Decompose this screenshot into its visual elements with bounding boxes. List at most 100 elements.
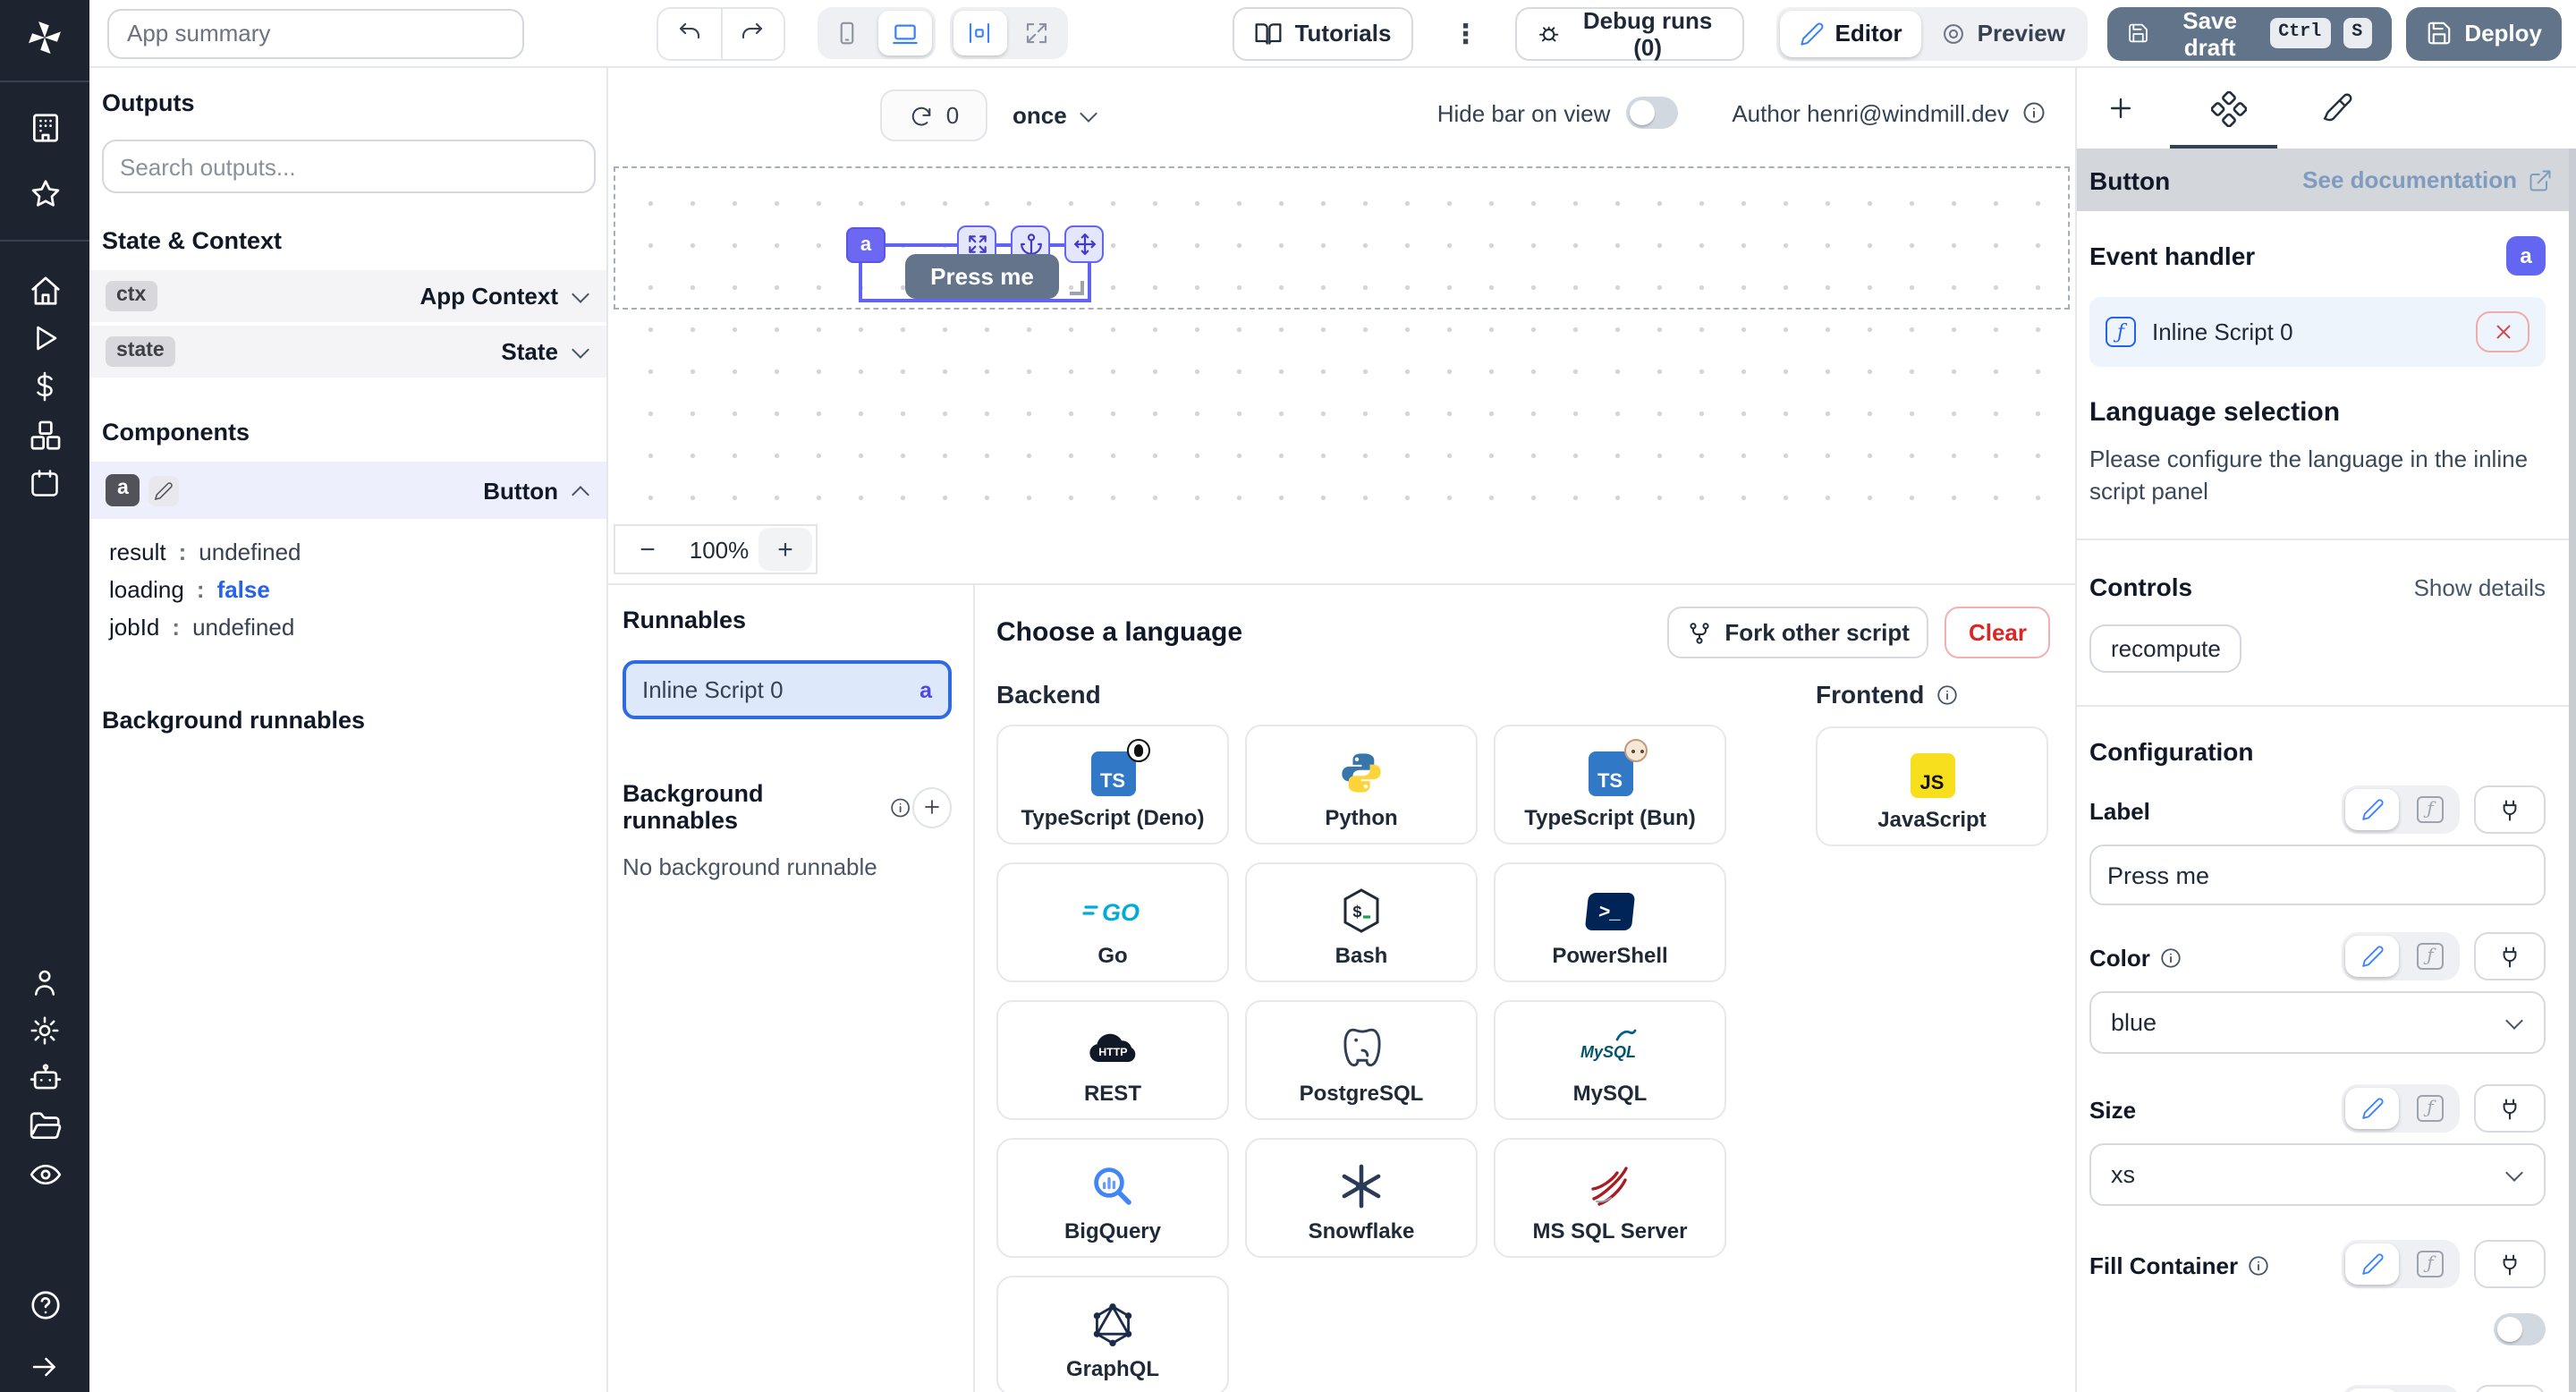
hide-bar-toggle[interactable] [1626, 97, 1678, 129]
undo-button[interactable] [659, 8, 721, 58]
lang-tile-typescript-deno[interactable]: TS TypeScript (Deno) [996, 725, 1229, 845]
lang-tile-powershell[interactable]: >_ PowerShell [1494, 862, 1726, 982]
styling-tab-brush-icon[interactable] [2315, 88, 2356, 129]
runnable-item[interactable]: Inline Script 0 a [623, 660, 952, 719]
press-me-button[interactable]: Press me [905, 254, 1059, 299]
size-select[interactable]: xs [2089, 1143, 2546, 1206]
settings-scroll-area[interactable]: Event handler a ƒ Inline Script 0 Langua… [2077, 211, 2576, 1392]
home-icon[interactable] [0, 267, 89, 315]
lang-tile-bash[interactable]: $ Bash [1245, 862, 1478, 982]
trigger-mode-dropdown[interactable]: once [1013, 102, 1099, 129]
lang-tile-typescript-bun[interactable]: TS TypeScript (Bun) [1494, 725, 1726, 845]
apps-grid-icon[interactable] [0, 104, 89, 152]
star-icon[interactable] [0, 170, 89, 218]
deploy-button[interactable]: Deploy [2405, 6, 2562, 60]
kebab-menu-icon[interactable]: ⋮ [1452, 17, 1479, 49]
fx-icon[interactable]: ƒ [2404, 1388, 2456, 1392]
connect-plug-button[interactable] [2474, 785, 2546, 834]
lang-tile-javascript[interactable]: JS JavaScript [1816, 726, 2048, 846]
editor-label: Editor [1835, 20, 1902, 47]
add-background-runnable-button[interactable] [911, 786, 952, 828]
search-outputs-input[interactable] [102, 140, 596, 193]
connect-plug-button[interactable] [2474, 1240, 2546, 1288]
lang-tile-bigquery[interactable]: BigQuery [996, 1138, 1229, 1258]
move-handle-icon[interactable] [1064, 225, 1104, 263]
eye-icon[interactable] [0, 1150, 89, 1199]
lang-tile-python[interactable]: Python [1245, 725, 1478, 845]
inline-script-row[interactable]: ƒ Inline Script 0 [2089, 297, 2546, 367]
pencil-icon[interactable] [2345, 1088, 2399, 1129]
resize-handle[interactable] [1070, 281, 1084, 295]
redo-button[interactable] [721, 8, 784, 58]
lang-tile-graphql[interactable]: GraphQL [996, 1276, 1229, 1392]
lang-tile-mysql[interactable]: MySQL MySQL [1494, 1000, 1726, 1120]
fx-icon[interactable]: ƒ [2404, 1088, 2456, 1129]
info-icon[interactable] [2247, 1254, 2270, 1277]
variables-dollar-icon[interactable] [0, 362, 89, 411]
schedules-calendar-icon[interactable] [0, 459, 89, 507]
lang-tile-postgresql[interactable]: PostgreSQL [1245, 1000, 1478, 1120]
preview-tab[interactable]: Preview [1922, 10, 2085, 56]
info-icon[interactable] [2159, 946, 2182, 970]
refresh-count-box[interactable]: 0 [880, 89, 987, 141]
runs-play-icon[interactable] [0, 315, 89, 363]
fx-icon[interactable]: ƒ [2404, 936, 2456, 977]
rename-pencil-icon[interactable] [149, 475, 180, 505]
app-canvas[interactable]: 0 once Hide bar on view Author henri@win… [608, 68, 2075, 585]
zoom-out-button[interactable]: − [615, 526, 680, 573]
resources-cubes-icon[interactable] [0, 411, 89, 459]
insert-component-tab-plus-icon[interactable] [2100, 88, 2141, 129]
connect-plug-button[interactable] [2474, 1385, 2546, 1392]
ctx-row[interactable]: ctx App Context [89, 270, 606, 322]
fill-container-toggle[interactable] [2494, 1313, 2546, 1345]
user-icon[interactable] [0, 958, 89, 1006]
state-row[interactable]: state State [89, 326, 606, 378]
collapse-arrow-icon[interactable] [0, 1344, 89, 1392]
folder-open-icon[interactable] [0, 1102, 89, 1150]
desktop-view-button[interactable] [878, 11, 932, 55]
recompute-button[interactable]: recompute [2089, 624, 2242, 673]
lang-tile-rest[interactable]: HTTP REST [996, 1000, 1229, 1120]
fx-icon[interactable]: ƒ [2404, 789, 2456, 830]
pencil-icon[interactable] [2345, 789, 2399, 830]
lang-tile-mssql[interactable]: MS SQL Server [1494, 1138, 1726, 1258]
label-input[interactable] [2089, 845, 2546, 905]
pencil-icon[interactable] [2345, 1388, 2399, 1392]
connect-plug-button[interactable] [2474, 1084, 2546, 1133]
prop-jobid[interactable]: jobId:undefined [109, 608, 606, 646]
zoom-in-button[interactable]: + [758, 528, 812, 571]
scrollbar[interactable] [2568, 149, 2576, 1392]
show-details-link[interactable]: Show details [2414, 573, 2546, 600]
windmill-logo[interactable] [25, 18, 64, 66]
prop-result[interactable]: result:undefined [109, 533, 606, 571]
pencil-icon[interactable] [2345, 1243, 2399, 1285]
workers-robot-icon[interactable] [0, 1055, 89, 1103]
editor-tab[interactable]: Editor [1780, 10, 1922, 56]
see-documentation-link[interactable]: See documentation [2302, 166, 2553, 193]
help-circle-icon[interactable] [0, 1281, 89, 1329]
remove-script-button[interactable] [2476, 311, 2529, 352]
gear-icon[interactable] [0, 1006, 89, 1055]
center-content-button[interactable] [953, 11, 1007, 55]
fork-other-script-button[interactable]: Fork other script [1667, 607, 1929, 658]
prop-loading[interactable]: loading:false [109, 571, 606, 608]
save-draft-button[interactable]: Save draft Ctrl S [2108, 6, 2391, 60]
selected-component[interactable]: a Press me [859, 243, 1091, 302]
info-icon[interactable] [2021, 100, 2046, 125]
info-icon[interactable] [1935, 683, 1958, 706]
fx-icon[interactable]: ƒ [2404, 1243, 2456, 1285]
app-summary-input[interactable] [107, 8, 525, 58]
tutorials-button[interactable]: Tutorials [1233, 6, 1413, 60]
settings-tab-components-icon[interactable] [2207, 88, 2249, 129]
debug-runs-button[interactable]: Debug runs (0) [1514, 6, 1743, 60]
component-row-button[interactable]: a Button [89, 462, 606, 519]
pencil-icon[interactable] [2345, 936, 2399, 977]
connect-plug-button[interactable] [2474, 932, 2546, 980]
color-select[interactable]: blue [2089, 991, 2546, 1054]
clear-button[interactable]: Clear [1945, 607, 2050, 658]
lang-tile-go[interactable]: GO Go [996, 862, 1229, 982]
info-icon[interactable] [889, 795, 911, 819]
lang-tile-snowflake[interactable]: Snowflake [1245, 1138, 1478, 1258]
mobile-view-button[interactable] [821, 11, 875, 55]
fullscreen-button[interactable] [1011, 11, 1064, 55]
